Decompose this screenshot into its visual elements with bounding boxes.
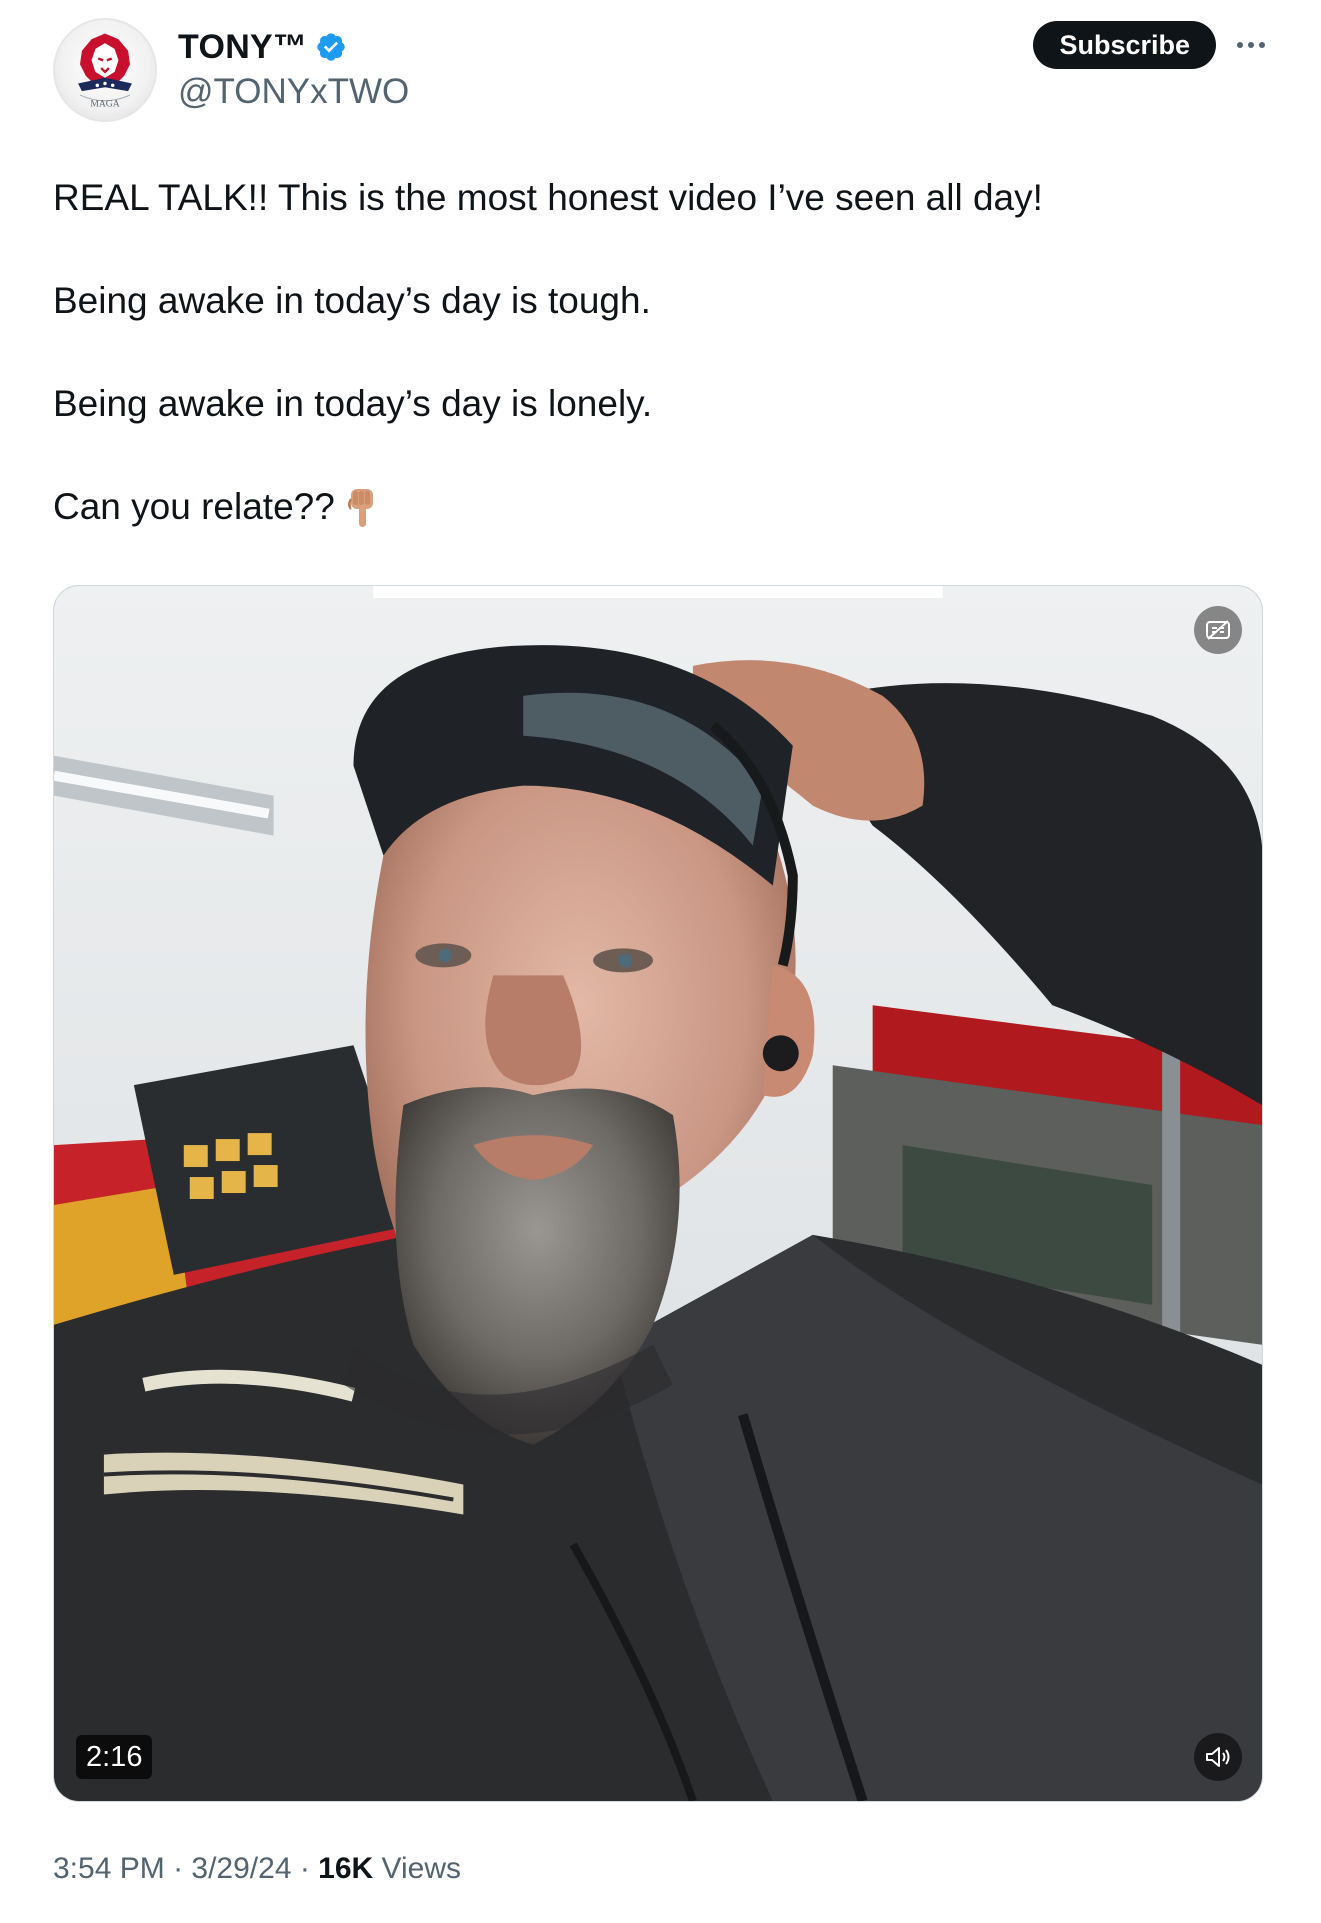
meta-separator: · xyxy=(164,1852,192,1885)
author-display-name[interactable]: TONY™ xyxy=(178,28,307,67)
video-player[interactable]: 2:16 xyxy=(53,585,1263,1802)
views-count: 16K xyxy=(318,1852,374,1885)
post-paragraph-last: Can you relate?? xyxy=(53,485,1268,531)
captions-off-icon[interactable] xyxy=(1194,606,1242,654)
post-paragraph: Being awake in today’s day is lonely. xyxy=(53,383,653,424)
post-paragraph: Can you relate?? xyxy=(53,486,335,527)
author-avatar[interactable]: MAGA xyxy=(53,18,157,122)
svg-text:MAGA: MAGA xyxy=(90,99,119,110)
subscribe-button[interactable]: Subscribe xyxy=(1033,21,1216,69)
display-name-row: TONY™ xyxy=(178,24,409,70)
post-time[interactable]: 3:54 PM xyxy=(53,1852,165,1885)
video-duration: 2:16 xyxy=(76,1735,153,1779)
author-name-block: TONY™ @TONYxTWO xyxy=(178,24,409,112)
views-label: Views xyxy=(373,1852,462,1885)
post-metadata: 3:54 PM · 3/29/24 · 16K Views xyxy=(53,1852,461,1886)
video-frame xyxy=(54,586,1262,1801)
post-paragraph: Being awake in today’s day is tough. xyxy=(53,280,651,321)
post-paragraph: REAL TALK!! This is the most honest vide… xyxy=(53,177,1043,218)
post-header: MAGA TONY™ @TONYxTWO Subscribe xyxy=(53,18,1268,128)
speaker-icon[interactable] xyxy=(1194,1733,1242,1781)
lion-logo-icon: MAGA xyxy=(78,33,132,110)
verified-badge-icon xyxy=(317,33,346,61)
author-handle[interactable]: @TONYxTWO xyxy=(178,72,409,112)
pointing-down-hand-icon xyxy=(347,489,373,528)
more-options-icon[interactable] xyxy=(1234,28,1268,62)
post-date[interactable]: 3/29/24 xyxy=(191,1852,291,1885)
meta-separator: · xyxy=(291,1852,319,1885)
post-text: REAL TALK!! This is the most honest vide… xyxy=(53,176,1268,590)
